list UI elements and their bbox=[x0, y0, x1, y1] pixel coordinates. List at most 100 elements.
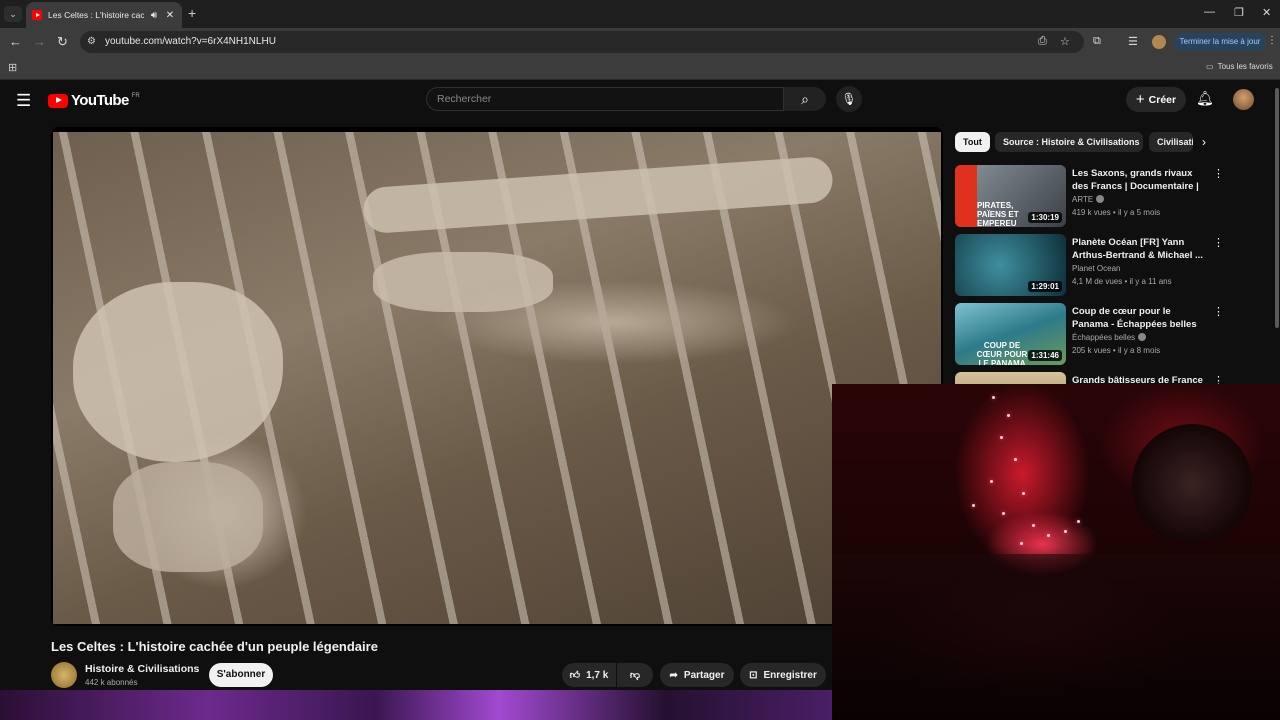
recommendation-item[interactable]: 1:29:01 Planète Océan [FR] Yann Arthus-B… bbox=[955, 234, 1275, 298]
string-light bbox=[1007, 414, 1010, 417]
like-count: 1,7 k bbox=[586, 669, 609, 681]
browser-tab[interactable]: Les Celtes : L'histoire cachée d'un peup… bbox=[26, 2, 182, 28]
bookmark-icon: ⊡ bbox=[749, 669, 758, 681]
profile-avatar[interactable] bbox=[1152, 35, 1166, 49]
recommendation-channel: Échappées belles bbox=[1072, 333, 1147, 342]
recommendation-channel: Planet Ocean bbox=[1072, 264, 1121, 273]
page-scrollbar[interactable] bbox=[1275, 88, 1279, 328]
bookmarks-bar: ⊞ ▭ Tous les favoris bbox=[0, 56, 1280, 80]
reading-list-icon[interactable]: ☰ bbox=[1128, 35, 1138, 48]
subscribe-button[interactable]: S'abonner bbox=[209, 663, 273, 687]
recommendation-thumbnail[interactable]: PIRATES, PAÏENS ET EMPEREU 1:30:19 bbox=[955, 165, 1066, 227]
close-tab-icon[interactable]: ✕ bbox=[164, 10, 176, 21]
like-button[interactable]: 👍︎ 1,7 k bbox=[562, 663, 616, 687]
search-input[interactable] bbox=[427, 88, 783, 110]
all-bookmarks-folder[interactable]: ▭ Tous les favoris bbox=[1206, 62, 1273, 71]
reload-icon[interactable]: ↻ bbox=[57, 34, 68, 50]
youtube-logo[interactable]: YouTube FR bbox=[48, 92, 140, 109]
maximize-icon[interactable]: ❐ bbox=[1234, 6, 1244, 19]
hamburger-menu-icon[interactable]: ☰ bbox=[16, 91, 31, 111]
channel-avatar[interactable] bbox=[51, 662, 77, 688]
verified-icon bbox=[1138, 333, 1147, 341]
string-light bbox=[972, 504, 975, 507]
recommendation-item[interactable]: COUP DE CŒUR POUR LE PANAMA 1:31:46 Coup… bbox=[955, 303, 1275, 367]
tab-search-button[interactable]: ⌄ bbox=[4, 6, 22, 22]
recommendation-title: Planète Océan [FR] Yann Arthus-Bertrand … bbox=[1072, 237, 1203, 261]
channel-subscribers: 442 k abonnés bbox=[85, 678, 138, 687]
browser-menu-icon[interactable]: ⋮ bbox=[1267, 35, 1277, 46]
browser-toolbar: ← → ↻ ⚙︎ youtube.com/watch?v=6rX4NH1NLHU… bbox=[0, 28, 1280, 56]
notifications-bell-icon[interactable]: 🔔︎ bbox=[1196, 90, 1214, 107]
dislike-button[interactable]: 👎︎ bbox=[617, 663, 653, 687]
string-light bbox=[1020, 542, 1023, 545]
chip-source[interactable]: Source : Histoire & Civilisations bbox=[995, 132, 1143, 152]
thumbs-down-icon: 👎︎ bbox=[629, 670, 641, 681]
account-avatar[interactable] bbox=[1233, 89, 1254, 110]
recommendation-thumbnail[interactable] bbox=[955, 372, 1066, 384]
recommendation-channel: ARTE bbox=[1072, 195, 1105, 204]
microphone-icon: 🎙︎ bbox=[841, 92, 857, 106]
create-button[interactable]: + Créer bbox=[1126, 87, 1186, 112]
extensions-icon[interactable]: ⧉ bbox=[1093, 35, 1101, 48]
search-box[interactable] bbox=[426, 87, 784, 111]
chip-all[interactable]: Tout bbox=[955, 132, 990, 152]
video-duration: 1:29:01 bbox=[1028, 281, 1062, 292]
recommendation-title: Grands bâtisseurs de France : bbox=[1072, 375, 1203, 384]
jaw-bone bbox=[113, 462, 263, 572]
more-options-icon[interactable]: ⋮ bbox=[1213, 236, 1224, 249]
video-title: Les Celtes : L'histoire cachée d'un peup… bbox=[51, 639, 378, 654]
close-window-icon[interactable]: ✕ bbox=[1262, 6, 1271, 19]
video-duration: 1:30:19 bbox=[1028, 212, 1062, 223]
save-label: Enregistrer bbox=[763, 669, 817, 681]
address-bar[interactable]: ⚙︎ youtube.com/watch?v=6rX4NH1NLHU ⎙ ☆ bbox=[80, 31, 1084, 53]
recommendation-item[interactable]: Grands bâtisseurs de France : ⋮ bbox=[955, 372, 1275, 384]
thumbs-up-icon: 👍︎ bbox=[569, 670, 581, 681]
recommendation-thumbnail[interactable]: COUP DE CŒUR POUR LE PANAMA 1:31:46 bbox=[955, 303, 1066, 365]
search-button[interactable]: ⌕ bbox=[784, 87, 826, 111]
site-info-icon[interactable]: ⚙︎ bbox=[87, 36, 96, 47]
video-duration: 1:31:46 bbox=[1028, 350, 1062, 361]
string-light bbox=[1000, 436, 1003, 439]
speaker-icon[interactable]: 🔊︎ bbox=[148, 10, 160, 21]
string-light bbox=[1077, 520, 1080, 523]
string-light bbox=[1064, 530, 1067, 533]
plus-icon: + bbox=[1135, 91, 1145, 108]
bookmark-star-icon[interactable]: ☆ bbox=[1060, 35, 1070, 48]
save-button[interactable]: ⊡ Enregistrer bbox=[740, 663, 826, 687]
skull-bone bbox=[73, 282, 283, 462]
voice-search-button[interactable]: 🎙︎ bbox=[836, 86, 862, 112]
share-button[interactable]: ➦ Partager bbox=[660, 663, 734, 687]
install-app-icon[interactable]: ⎙ bbox=[1038, 35, 1047, 48]
recommendation-thumbnail[interactable]: 1:29:01 bbox=[955, 234, 1066, 296]
youtube-favicon-icon bbox=[32, 10, 42, 20]
string-light bbox=[1002, 512, 1005, 515]
webcam-overlay bbox=[832, 384, 1280, 720]
country-code: FR bbox=[131, 92, 140, 99]
more-options-icon[interactable]: ⋮ bbox=[1213, 305, 1224, 318]
minimize-icon[interactable]: — bbox=[1204, 6, 1215, 18]
femur-bone bbox=[361, 155, 835, 235]
string-light bbox=[1047, 534, 1050, 537]
string-light bbox=[1032, 524, 1035, 527]
recommendation-title: Coup de cœur pour le Panama - Échappées … bbox=[1072, 306, 1197, 330]
update-button[interactable]: Terminer la mise à jour bbox=[1174, 33, 1266, 51]
string-light bbox=[990, 480, 993, 483]
channel-name[interactable]: Histoire & Civilisations bbox=[85, 663, 199, 675]
video-frame bbox=[53, 132, 941, 624]
forward-icon[interactable]: → bbox=[33, 34, 46, 49]
new-tab-button[interactable]: + bbox=[188, 5, 196, 21]
more-options-icon[interactable]: ⋮ bbox=[1213, 167, 1224, 180]
more-options-icon[interactable]: ⋮ bbox=[1213, 374, 1224, 384]
recommendation-item[interactable]: PIRATES, PAÏENS ET EMPEREU 1:30:19 Les S… bbox=[955, 165, 1275, 229]
string-light bbox=[1022, 492, 1025, 495]
thumbnail-text: COUP DE CŒUR POUR LE PANAMA bbox=[976, 341, 1028, 365]
share-label: Partager bbox=[683, 669, 725, 681]
recommendation-meta: 205 k vues • il y a 8 mois bbox=[1072, 346, 1161, 355]
chevron-right-icon[interactable]: › bbox=[1202, 135, 1206, 149]
apps-grid-icon[interactable]: ⊞ bbox=[8, 61, 17, 74]
bed-sheet bbox=[832, 554, 1280, 720]
youtube-wordmark: YouTube bbox=[71, 92, 129, 109]
video-player[interactable] bbox=[51, 127, 943, 626]
back-icon[interactable]: ← bbox=[9, 34, 22, 49]
chip-civilisations[interactable]: Civilisations bbox=[1149, 132, 1193, 152]
